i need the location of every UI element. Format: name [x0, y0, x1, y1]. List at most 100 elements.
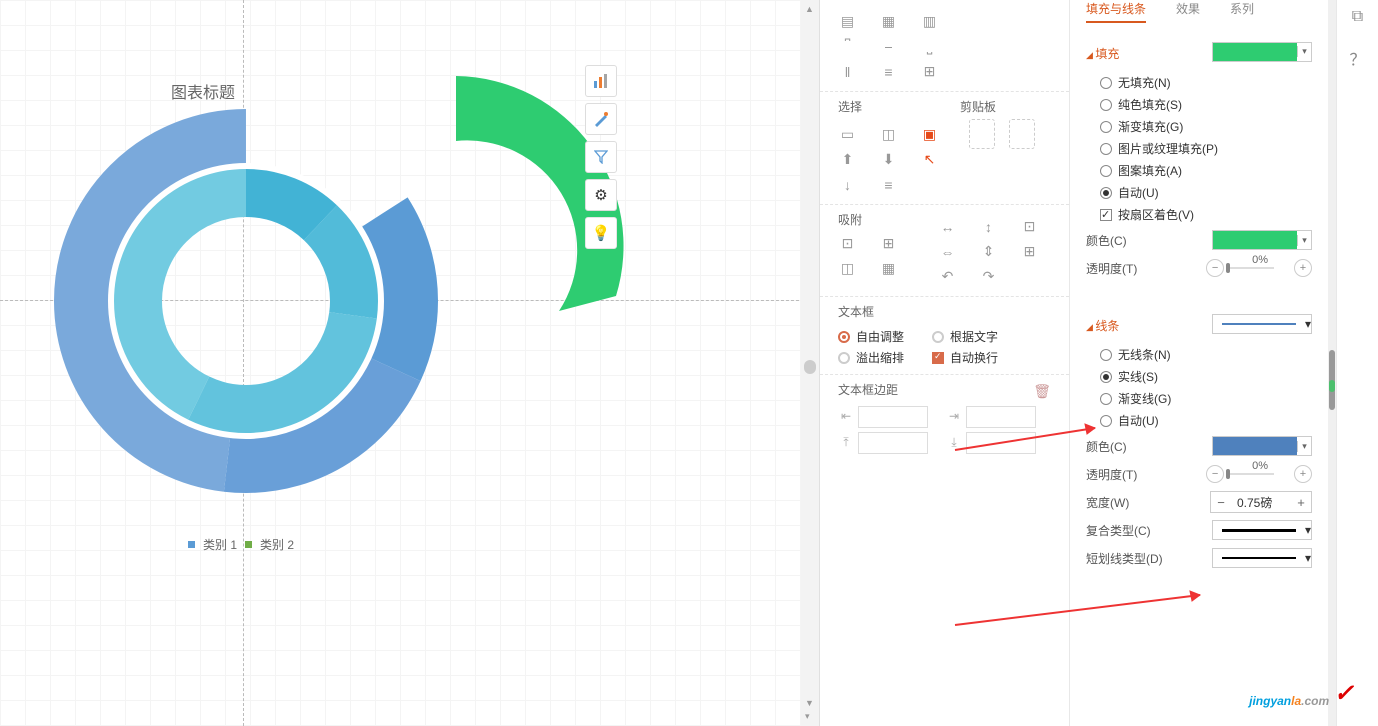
- line-section-header[interactable]: 线条: [1086, 317, 1212, 334]
- donut-chart[interactable]: [46, 101, 446, 501]
- move-layer-icon[interactable]: ≡: [879, 175, 898, 194]
- margin-right-input[interactable]: [966, 406, 1036, 428]
- align-top-icon[interactable]: ⎴: [838, 37, 857, 56]
- line-none-option[interactable]: 无线条(N): [1100, 346, 1312, 363]
- margin-top-icon: ⤒: [838, 435, 854, 451]
- size-same-icon[interactable]: ⊡: [1020, 217, 1039, 236]
- select-obj-icon[interactable]: ▭: [838, 125, 857, 144]
- clip-slot[interactable]: [1009, 119, 1035, 149]
- chart-filter-button[interactable]: [585, 141, 617, 173]
- chart-title[interactable]: 图表标题: [171, 79, 235, 103]
- line-width-value[interactable]: 0.75磅: [1233, 494, 1289, 511]
- margin-top-input[interactable]: [858, 432, 928, 454]
- fill-section-header[interactable]: 填充: [1086, 45, 1212, 62]
- fill-none-option[interactable]: 无填充(N): [1100, 74, 1312, 91]
- fill-gradient-option[interactable]: 渐变填充(G): [1100, 118, 1312, 135]
- line-gradient-option[interactable]: 渐变线(G): [1100, 390, 1312, 407]
- tab-fill-line[interactable]: 填充与线条: [1086, 0, 1146, 23]
- align-bottom-icon[interactable]: ⎵: [920, 37, 939, 56]
- tab-effects[interactable]: 效果: [1176, 0, 1200, 23]
- chart-float-toolbar: ⚙ 💡: [585, 65, 617, 255]
- scroll-up-icon[interactable]: ▲: [805, 4, 814, 14]
- trash-icon[interactable]: 🗑: [1033, 383, 1051, 400]
- line-color-picker[interactable]: ▾: [1212, 436, 1312, 456]
- clip-slot[interactable]: [969, 119, 995, 149]
- pointer-icon[interactable]: ↖: [920, 150, 939, 169]
- text-autosize-option[interactable]: 自由调整: [838, 328, 904, 345]
- spacing-h-icon[interactable]: ⇔: [938, 242, 957, 261]
- fill-solid-option[interactable]: 纯色填充(S): [1100, 96, 1312, 113]
- align-middle-icon[interactable]: ⎯: [879, 37, 898, 56]
- line-transparency-slider[interactable]: − 0% +: [1206, 465, 1312, 483]
- spacing-v-icon[interactable]: ⇕: [979, 242, 998, 261]
- minus-button[interactable]: −: [1206, 259, 1224, 277]
- vary-by-slice-option[interactable]: 按扇区着色(V): [1100, 206, 1312, 223]
- spacing-both-icon[interactable]: ⊞: [1020, 242, 1039, 261]
- minus-button[interactable]: −: [1206, 465, 1224, 483]
- line-solid-option[interactable]: 实线(S): [1100, 368, 1312, 385]
- align-center-h-icon[interactable]: ▦: [879, 12, 898, 31]
- chart-settings-button[interactable]: ⚙: [585, 179, 617, 211]
- text-overflow-option[interactable]: 溢出缩排: [838, 349, 904, 366]
- tab-series[interactable]: 系列: [1230, 0, 1254, 23]
- chart-object[interactable]: 图表标题: [0, 0, 580, 570]
- scroll-down-icon[interactable]: ▼: [805, 698, 814, 708]
- checkbox-icon: [932, 352, 944, 364]
- distribute-v-icon[interactable]: ≡: [879, 62, 898, 81]
- chart-ideas-button[interactable]: 💡: [585, 217, 617, 249]
- margin-left-input[interactable]: [858, 406, 928, 428]
- select-path-icon[interactable]: ▣: [920, 125, 939, 144]
- canvas-vscroll[interactable]: ▲ ▼ ▾: [801, 0, 819, 726]
- scroll-down-icon-2[interactable]: ▾: [805, 711, 810, 722]
- rotate-r-icon[interactable]: ↷: [979, 267, 998, 286]
- snap-obj-icon[interactable]: ⊡: [838, 234, 857, 253]
- clipboard-header: 剪贴板: [960, 98, 996, 115]
- height-same-icon[interactable]: ↕: [979, 217, 998, 236]
- fill-pattern-option[interactable]: 图案填充(A): [1100, 162, 1312, 179]
- dash-type-picker[interactable]: ▾: [1212, 548, 1312, 568]
- fill-color-label: 颜色(C): [1086, 232, 1212, 249]
- fill-picture-option[interactable]: 图片或纹理填充(P): [1100, 140, 1312, 157]
- line-auto-option[interactable]: 自动(U): [1100, 412, 1312, 429]
- chart-elements-button[interactable]: [585, 65, 617, 97]
- canvas[interactable]: 图表标题: [0, 0, 820, 726]
- send-back-icon[interactable]: ⬇: [879, 150, 898, 169]
- align-left-icon[interactable]: ▤: [838, 12, 857, 31]
- margin-bottom-input[interactable]: [966, 432, 1036, 454]
- fill-swatch-top[interactable]: ▾: [1212, 42, 1312, 62]
- chart-styles-button[interactable]: [585, 103, 617, 135]
- width-plus-button[interactable]: +: [1291, 495, 1311, 510]
- chart-legend[interactable]: 类别 1 类别 2: [188, 536, 294, 553]
- line-swatch-top[interactable]: ▾: [1212, 314, 1312, 334]
- select-lasso-icon[interactable]: ◫: [879, 125, 898, 144]
- help-icon[interactable]: ？: [1349, 46, 1365, 70]
- distribute-h-icon[interactable]: ‖: [838, 62, 857, 81]
- plus-button[interactable]: +: [1294, 465, 1312, 483]
- vscroll-thumb[interactable]: [804, 360, 816, 374]
- text-fit-option[interactable]: 根据文字: [932, 328, 998, 345]
- width-minus-button[interactable]: −: [1211, 495, 1231, 510]
- rotate-l-icon[interactable]: ↶: [938, 267, 957, 286]
- snap-pixel-icon[interactable]: ▦: [879, 259, 898, 278]
- snap-guide-icon[interactable]: ◫: [838, 259, 857, 278]
- chevron-down-icon: ▾: [1297, 46, 1311, 57]
- margin-left-icon: ⇤: [838, 409, 854, 425]
- text-wrap-option[interactable]: 自动换行: [932, 349, 998, 366]
- compound-type-picker[interactable]: ▾: [1212, 520, 1312, 540]
- snap-grid-icon[interactable]: ⊞: [879, 234, 898, 253]
- distribute-3-icon[interactable]: ⊞: [920, 62, 939, 81]
- width-same-icon[interactable]: ↔: [938, 217, 957, 236]
- props-scrollbar[interactable]: [1328, 0, 1336, 726]
- fill-color-picker[interactable]: ▾: [1212, 230, 1312, 250]
- line-width-input[interactable]: − 0.75磅 +: [1210, 491, 1312, 513]
- bring-front-icon[interactable]: ⬆: [838, 150, 857, 169]
- line-transparency-label: 透明度(T): [1086, 466, 1206, 483]
- popout-icon[interactable]: ⧉: [1352, 8, 1363, 26]
- legend-swatch-1: [188, 541, 195, 548]
- radio-icon: [838, 331, 850, 343]
- plus-button[interactable]: +: [1294, 259, 1312, 277]
- fill-transparency-slider[interactable]: − 0% +: [1206, 259, 1312, 277]
- move-down-icon[interactable]: ↓: [838, 175, 857, 194]
- align-right-icon[interactable]: ▥: [920, 12, 939, 31]
- fill-auto-option[interactable]: 自动(U): [1100, 184, 1312, 201]
